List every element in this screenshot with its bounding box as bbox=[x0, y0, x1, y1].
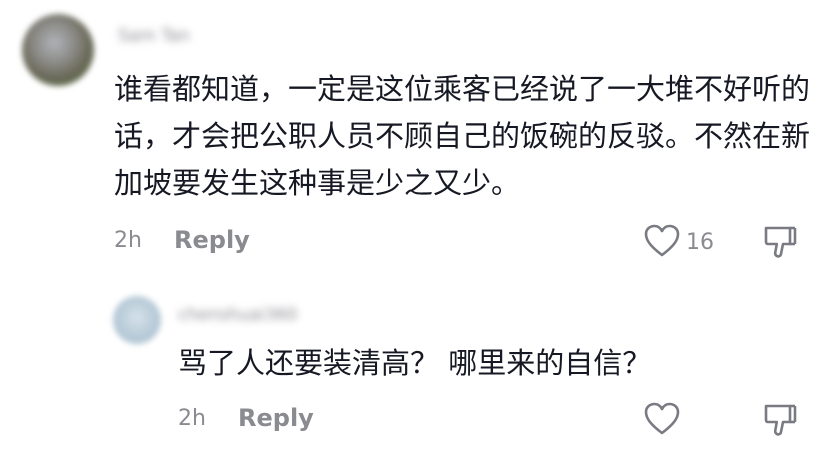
reply-button[interactable]: Reply bbox=[238, 404, 314, 432]
heart-outline-icon bbox=[644, 402, 680, 435]
comment-username[interactable]: chenshuai360 bbox=[178, 305, 297, 325]
thumbs-down-outline-icon bbox=[764, 226, 797, 258]
comment-text: 谁看都知道，一定是这位乘客已经说了一大堆不好听的话，才会把公职人员不顾自己的饭碗… bbox=[114, 72, 811, 200]
like-button[interactable] bbox=[644, 402, 680, 436]
thumbs-down-outline-icon bbox=[764, 404, 797, 436]
dislike-button[interactable] bbox=[762, 224, 798, 260]
heart-outline-icon bbox=[644, 224, 680, 257]
comment-timestamp: 2h bbox=[178, 406, 206, 431]
comment-text: 骂了人还要装清高？ 哪里来的自信？ bbox=[178, 346, 652, 380]
dislike-button[interactable] bbox=[762, 402, 798, 438]
reply-button[interactable]: Reply bbox=[174, 226, 250, 254]
like-button[interactable] bbox=[644, 224, 680, 258]
like-count: 16 bbox=[686, 230, 714, 255]
comment-username[interactable]: Sam Tan bbox=[118, 26, 190, 46]
comment-timestamp: 2h bbox=[114, 228, 142, 253]
avatar[interactable] bbox=[113, 296, 161, 344]
avatar[interactable] bbox=[22, 14, 94, 86]
